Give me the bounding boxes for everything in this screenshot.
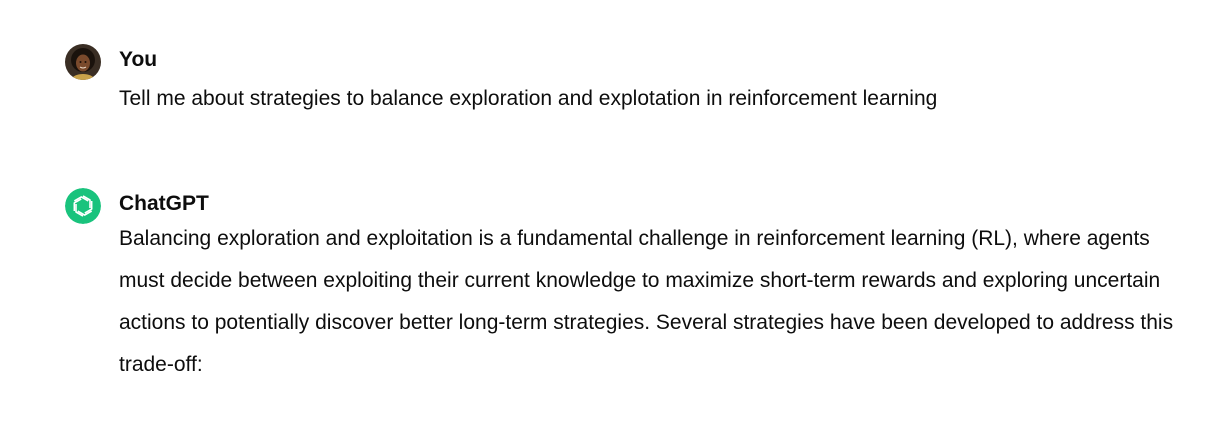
assistant-message: ChatGPT Balancing exploration and exploi… bbox=[65, 188, 1185, 386]
user-avatar bbox=[65, 44, 101, 80]
user-avatar-photo bbox=[65, 44, 101, 80]
assistant-author-name: ChatGPT bbox=[119, 192, 209, 215]
openai-logo-icon bbox=[65, 188, 101, 224]
user-author-name: You bbox=[119, 48, 158, 71]
assistant-message-text: Balancing exploration and exploitation i… bbox=[119, 227, 1174, 376]
assistant-avatar bbox=[65, 188, 101, 224]
user-message: You Tell me about strategies to balance … bbox=[65, 44, 1185, 113]
user-message-text: Tell me about strategies to balance expl… bbox=[119, 87, 938, 110]
